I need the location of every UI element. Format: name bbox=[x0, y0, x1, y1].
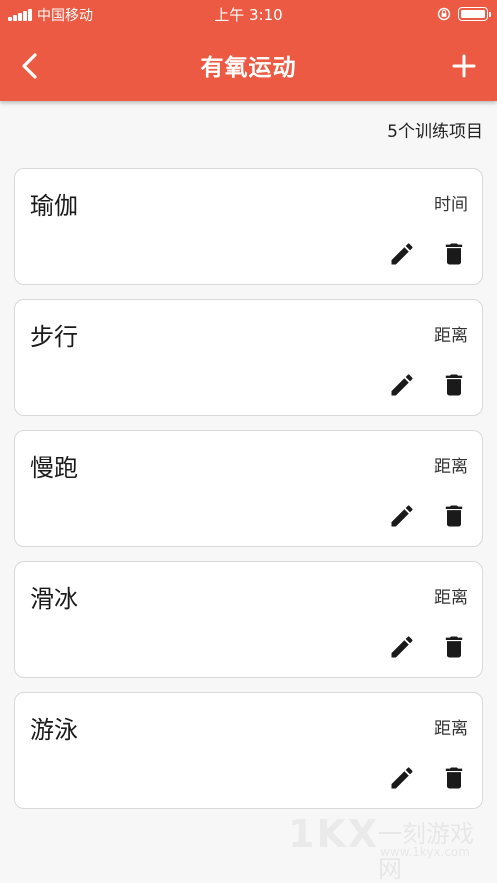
watermark: 1KX 一刻游戏网 www.1kyx.com bbox=[288, 812, 493, 883]
item-type: 距离 bbox=[434, 719, 468, 739]
add-button[interactable] bbox=[448, 50, 480, 82]
item-name: 步行 bbox=[30, 323, 78, 351]
edit-button[interactable] bbox=[388, 633, 416, 661]
rotation-lock-icon bbox=[437, 7, 451, 21]
pencil-icon bbox=[391, 505, 413, 527]
trash-icon bbox=[445, 636, 463, 658]
trash-icon bbox=[445, 243, 463, 265]
page-title: 有氧运动 bbox=[200, 55, 297, 81]
delete-button[interactable] bbox=[440, 633, 468, 661]
item-count: 5个训练项目 bbox=[387, 122, 483, 142]
edit-button[interactable] bbox=[388, 764, 416, 792]
edit-button[interactable] bbox=[388, 240, 416, 268]
trash-icon bbox=[445, 505, 463, 527]
item-type: 距离 bbox=[434, 457, 468, 477]
edit-button[interactable] bbox=[388, 371, 416, 399]
status-bar: 中国移动 上午 3:10 bbox=[0, 0, 497, 28]
watermark-url: www.1kyx.com bbox=[380, 845, 470, 859]
item-name: 瑜伽 bbox=[30, 192, 78, 220]
delete-button[interactable] bbox=[440, 502, 468, 530]
status-time: 上午 3:10 bbox=[214, 6, 283, 24]
pencil-icon bbox=[391, 243, 413, 265]
pencil-icon bbox=[391, 767, 413, 789]
list-item[interactable]: 游泳 距离 bbox=[14, 692, 483, 809]
battery-icon bbox=[458, 7, 491, 21]
item-name: 慢跑 bbox=[30, 454, 78, 482]
delete-button[interactable] bbox=[440, 371, 468, 399]
item-type: 距离 bbox=[434, 326, 468, 346]
delete-button[interactable] bbox=[440, 240, 468, 268]
item-name: 游泳 bbox=[30, 716, 78, 744]
list-item[interactable]: 慢跑 距离 bbox=[14, 430, 483, 547]
item-type: 时间 bbox=[434, 195, 468, 215]
watermark-logo: 1KX bbox=[288, 812, 380, 856]
trash-icon bbox=[445, 767, 463, 789]
delete-button[interactable] bbox=[440, 764, 468, 792]
list-item[interactable]: 滑冰 距离 bbox=[14, 561, 483, 678]
pencil-icon bbox=[391, 636, 413, 658]
item-type: 距离 bbox=[434, 588, 468, 608]
list-item[interactable]: 瑜伽 时间 bbox=[14, 168, 483, 285]
edit-button[interactable] bbox=[388, 502, 416, 530]
list-item[interactable]: 步行 距离 bbox=[14, 299, 483, 416]
nav-bar: 有氧运动 bbox=[0, 28, 497, 101]
trash-icon bbox=[445, 374, 463, 396]
pencil-icon bbox=[391, 374, 413, 396]
item-name: 滑冰 bbox=[30, 585, 78, 613]
app-header: 中国移动 上午 3:10 有氧运动 bbox=[0, 0, 497, 101]
plus-icon bbox=[452, 54, 476, 78]
